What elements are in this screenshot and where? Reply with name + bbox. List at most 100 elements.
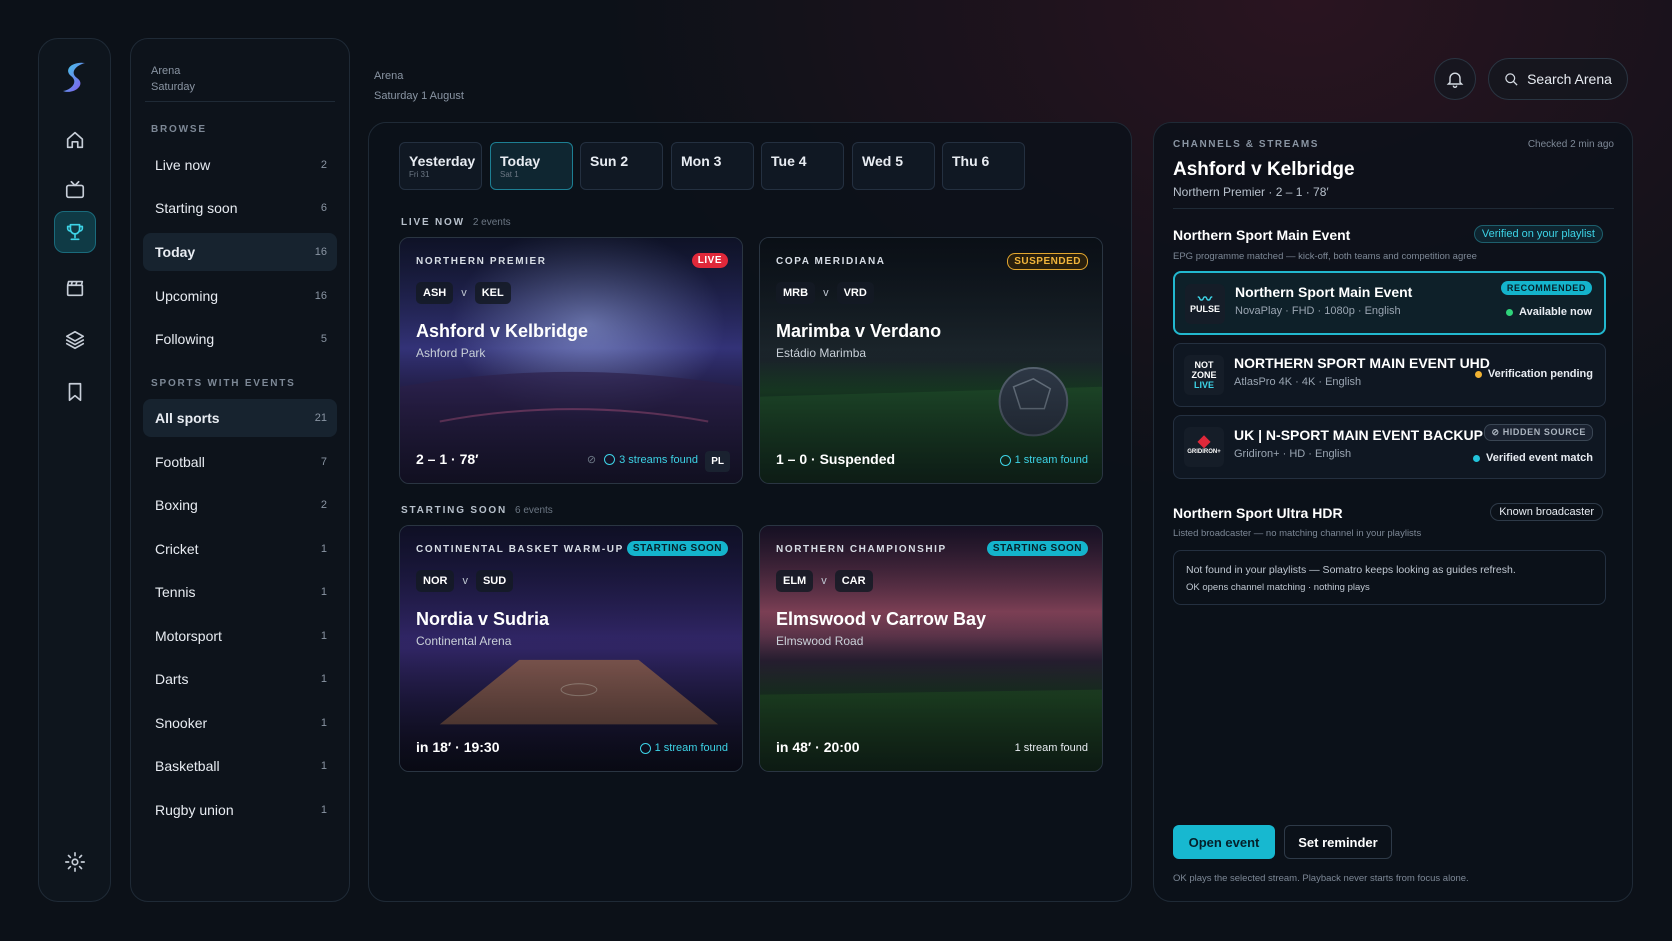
channels-panel: CHANNELS & STREAMS Checked 2 min ago Ash… <box>1153 122 1633 902</box>
home-icon[interactable] <box>54 119 96 161</box>
streams-found: 1 stream found <box>999 454 1088 466</box>
sidebar-item-count: 16 <box>314 290 327 302</box>
streams-count: 3 streams found <box>619 453 698 466</box>
tab-mon-3[interactable]: Mon 3 <box>671 142 754 190</box>
sidebar-item-snooker[interactable]: Snooker 1 <box>143 704 337 742</box>
sidebar-item-darts[interactable]: Darts 1 <box>143 660 337 698</box>
broadcaster-badge: Known broadcaster <box>1490 503 1603 521</box>
search-button[interactable]: Search Arena <box>1488 58 1628 100</box>
tv-icon[interactable] <box>54 169 96 211</box>
streams-count: 1 stream found <box>654 742 728 754</box>
check-circle-icon <box>604 454 616 465</box>
bookmark-icon[interactable] <box>54 371 96 413</box>
tab-label: Tue 4 <box>771 153 807 169</box>
page-date: Saturday 1 August <box>374 90 464 102</box>
sidebar-item-upcoming[interactable]: Upcoming 16 <box>143 277 337 315</box>
starting-soon-badge: STARTING SOON <box>986 541 1088 556</box>
status-text: Verified event match <box>1486 452 1593 464</box>
card-shade <box>760 238 1102 483</box>
sidebar-item-label: All sports <box>155 410 220 426</box>
sidebar-item-cricket[interactable]: Cricket 1 <box>143 530 337 568</box>
stream-details: Gridiron+ · HD · English <box>1234 448 1352 460</box>
hidden-eye-icon: ⊘ <box>586 454 597 466</box>
streams-found: ⊘ 3 streams found <box>586 453 698 467</box>
sidebar-item-rugby-union[interactable]: Rugby union 1 <box>143 791 337 829</box>
channel-note: EPG programme matched — kick-off, both t… <box>1173 251 1477 262</box>
stream-name: UK | N-SPORT MAIN EVENT BACKUP <box>1234 427 1483 443</box>
sidebar-item-count: 1 <box>320 543 327 555</box>
sidebar-item-motorsport[interactable]: Motorsport 1 <box>143 617 337 655</box>
home-team-code: ASH <box>416 282 454 304</box>
live-now-heading: LIVE NOW 2 events <box>401 217 511 228</box>
event-card-nordia-sudria[interactable]: CONTINENTAL BASKET WARM-UP STARTING SOON… <box>399 525 743 772</box>
stream-option-novaplay[interactable]: 〰 PULSE Northern Sport Main Event NovaPla… <box>1173 271 1606 335</box>
hidden-eye-icon: ⊘ <box>1491 427 1503 437</box>
sidebar-item-live-now[interactable]: Live now 2 <box>143 146 337 184</box>
stream-option-atlaspro[interactable]: NOT ZONE LIVE NORTHERN SPORT MAIN EVENT UH… <box>1173 343 1606 407</box>
gear-icon[interactable] <box>54 841 96 883</box>
sidebar-app-name: Arena <box>151 65 181 77</box>
tab-yesterday[interactable]: Yesterday Fri 31 <box>399 142 482 190</box>
away-team-code: KEL <box>474 282 511 304</box>
tab-wed-5[interactable]: Wed 5 <box>852 142 935 190</box>
nav-rail <box>38 38 111 902</box>
sidebar-item-label: Upcoming <box>155 288 219 304</box>
clapperboard-icon[interactable] <box>54 267 96 309</box>
sidebar-item-football[interactable]: Football 7 <box>143 443 337 481</box>
streams-found: 1 stream found <box>639 742 728 754</box>
tab-sublabel: Fri 31 <box>409 170 430 179</box>
notifications-button[interactable] <box>1434 58 1476 100</box>
card-shade <box>400 526 742 771</box>
event-venue: Continental Arena <box>416 634 512 648</box>
sidebar-item-boxing[interactable]: Boxing 2 <box>143 486 337 524</box>
sidebar-item-count: 1 <box>320 760 327 772</box>
tab-tue-4[interactable]: Tue 4 <box>761 142 844 190</box>
versus-label: v <box>462 575 468 587</box>
event-title: Elmswood v Carrow Bay <box>776 609 987 629</box>
competition-label: CONTINENTAL BASKET WARM-UP <box>416 544 624 555</box>
sidebar-item-label: Darts <box>155 671 189 687</box>
team-codes: ASH v KEL <box>416 282 511 304</box>
card-shade <box>400 238 742 483</box>
tab-thu-6[interactable]: Thu 6 <box>942 142 1025 190</box>
event-card-ashford-kelbridge[interactable]: NORTHERN PREMIER LIVE ASH v KEL Ashford v … <box>399 237 743 484</box>
channel-name: Northern Sport Ultra HDR <box>1173 505 1343 521</box>
logo-text: LIVE <box>1193 380 1214 390</box>
sidebar-item-label: Following <box>155 331 215 347</box>
channel-name: Northern Sport Main Event <box>1173 227 1351 243</box>
status-text: Available now <box>1519 306 1592 318</box>
set-reminder-button[interactable]: Set reminder <box>1284 825 1392 859</box>
sidebar-item-following[interactable]: Following 5 <box>143 320 337 358</box>
stream-name: NORTHERN SPORT MAIN EVENT UHD <box>1234 355 1490 371</box>
team-codes: MRB v VRD <box>776 282 874 304</box>
tab-sun-2[interactable]: Sun 2 <box>580 142 663 190</box>
open-event-button[interactable]: Open event <box>1173 825 1275 859</box>
event-card-marimba-verdano[interactable]: COPA MERIDIANA SUSPENDED MRB v VRD Marimba… <box>759 237 1103 484</box>
tab-label: Sun 2 <box>590 153 629 169</box>
sidebar-item-all-sports[interactable]: All sports 21 <box>143 399 337 437</box>
sidebar-item-count: 21 <box>314 412 327 424</box>
sidebar-item-count: 6 <box>320 202 327 214</box>
card-shade <box>760 526 1102 771</box>
sidebar-item-basketball[interactable]: Basketball 1 <box>143 747 337 785</box>
sidebar-day: Saturday <box>151 81 196 93</box>
layers-icon[interactable] <box>54 319 96 361</box>
sidebar-header: Arena Saturday <box>151 63 195 95</box>
panel-kicker: CHANNELS & STREAMS <box>1173 139 1320 150</box>
sidebar-item-count: 2 <box>320 159 327 171</box>
tab-label: Thu 6 <box>952 153 990 169</box>
browse-heading: BROWSE <box>151 124 207 135</box>
event-card-elmswood-carrow-bay[interactable]: NORTHERN CHAMPIONSHIP STARTING SOON ELM v… <box>759 525 1103 772</box>
sidebar-item-label: Motorsport <box>155 628 222 644</box>
stream-option-gridiron[interactable]: ◆ GRIDIRON+ UK | N-SPORT MAIN EVENT BACKU… <box>1173 415 1606 479</box>
sidebar-item-tennis[interactable]: Tennis 1 <box>143 573 337 611</box>
tab-label: Yesterday <box>409 153 476 169</box>
not-found-notice: Not found in your playlists — Somatro ke… <box>1173 550 1606 605</box>
section-title: LIVE NOW <box>401 217 465 228</box>
trophy-icon[interactable] <box>54 211 96 253</box>
tab-today[interactable]: Today Sat 1 <box>490 142 573 190</box>
streams-count: 1 stream found <box>1014 742 1088 754</box>
sidebar-item-starting-soon[interactable]: Starting soon 6 <box>143 189 337 227</box>
sidebar-item-today[interactable]: Today 16 <box>143 233 337 271</box>
event-venue: Elmswood Road <box>776 634 864 648</box>
